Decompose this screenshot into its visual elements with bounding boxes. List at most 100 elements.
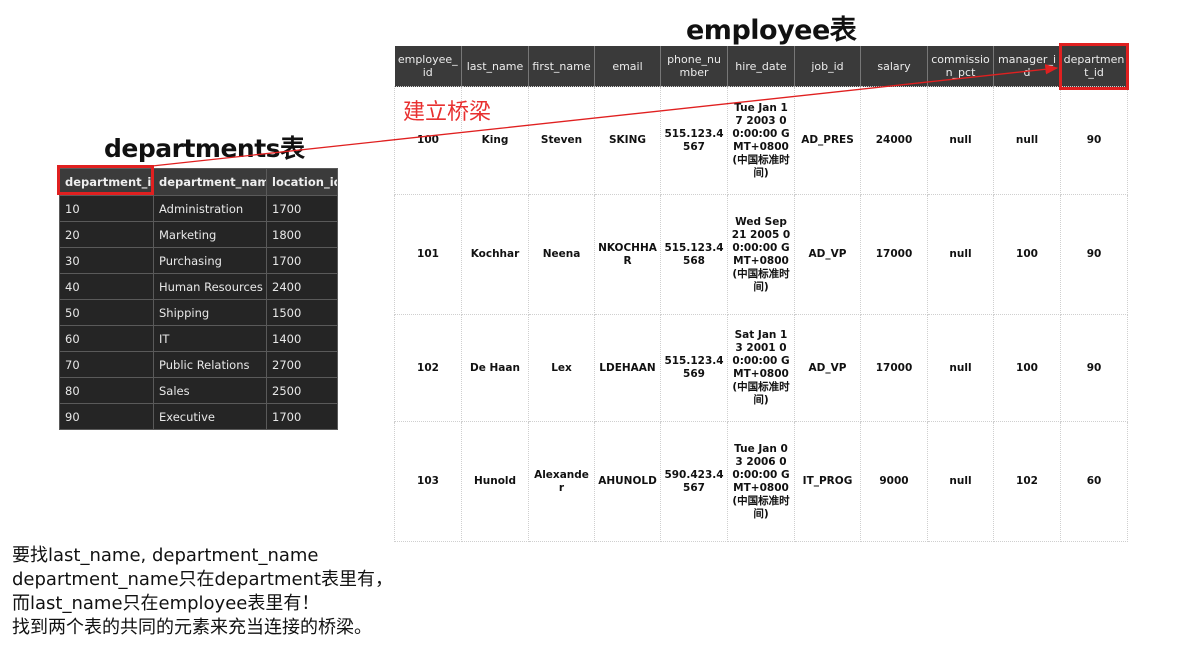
- employee-cell: 24000: [860, 86, 928, 195]
- table-row: 10 Administration 1700: [59, 195, 338, 222]
- employee-cell: 102: [394, 314, 462, 422]
- employee-table-title: employee表: [686, 15, 857, 46]
- employee-cell: AHUNOLD: [594, 421, 661, 542]
- employee-cell: Neena: [528, 194, 595, 315]
- departments-table-title: departments表: [104, 134, 305, 163]
- employee-cell: null: [993, 86, 1061, 195]
- table-row: 60 IT 1400: [59, 325, 338, 352]
- departments-cell: 20: [59, 221, 154, 248]
- departments-cell: Administration: [153, 195, 267, 222]
- employee-table: employee_id last_name first_name email phone…: [394, 46, 1128, 542]
- departments-cell: Public Relations: [153, 351, 267, 378]
- employee-cell: null: [927, 421, 994, 542]
- departments-cell: 50: [59, 299, 154, 326]
- employee-column-header: phone_number: [660, 46, 728, 87]
- employee-column-header: employee_id: [394, 46, 462, 87]
- employee-cell: 590.423.4567: [660, 421, 728, 542]
- employee-cell: 17000: [860, 194, 928, 315]
- table-row: 20 Marketing 1800: [59, 221, 338, 248]
- departments-cell: 1500: [266, 299, 338, 326]
- explanation-line: 而last_name只在employee表里有！: [12, 593, 320, 614]
- departments-cell: 2400: [266, 273, 338, 300]
- departments-table: department_id department_name location_id …: [59, 168, 338, 430]
- employee-cell: Lex: [528, 314, 595, 422]
- explanation-line: department_name只在department表里有，: [12, 569, 394, 590]
- employee-column-header: commission_pct: [927, 46, 994, 87]
- employee-column-header: first_name: [528, 46, 595, 87]
- employee-cell: Kochhar: [461, 194, 529, 315]
- departments-cell: 90: [59, 403, 154, 430]
- employee-cell: LDEHAAN: [594, 314, 661, 422]
- departments-cell: 70: [59, 351, 154, 378]
- departments-cell: Sales: [153, 377, 267, 404]
- employee-cell: 100: [993, 314, 1061, 422]
- table-row: 40 Human Resources 2400: [59, 273, 338, 300]
- departments-column-header: department_id: [59, 168, 154, 196]
- departments-cell: Purchasing: [153, 247, 267, 274]
- employee-column-header: department_id: [1060, 46, 1128, 87]
- departments-cell: 1800: [266, 221, 338, 248]
- employee-column-header: hire_date: [727, 46, 795, 87]
- table-row: 103 Hunold Alexander AHUNOLD 590.423.4567 Tue…: [394, 421, 1128, 542]
- employee-cell: AD_VP: [794, 314, 861, 422]
- explanation-line: 要找last_name, department_name: [12, 545, 319, 566]
- employee-cell: 90: [1060, 194, 1128, 315]
- employee-cell: SKING: [594, 86, 661, 195]
- departments-cell: 60: [59, 325, 154, 352]
- employee-cell: 515.123.4567: [660, 86, 728, 195]
- departments-column-header: location_id: [266, 168, 338, 196]
- employee-cell: IT_PROG: [794, 421, 861, 542]
- employee-cell: 90: [1060, 86, 1128, 195]
- departments-header-row: department_id department_name location_id: [59, 168, 338, 196]
- departments-cell: 10: [59, 195, 154, 222]
- departments-cell: Human Resources: [153, 273, 267, 300]
- employee-cell: Tue Jan 17 2003 00:00:00 GMT+0800 (中国标准时…: [727, 86, 795, 195]
- departments-cell: 1700: [266, 195, 338, 222]
- departments-cell: 2500: [266, 377, 338, 404]
- employee-cell: 515.123.4568: [660, 194, 728, 315]
- employee-cell: 515.123.4569: [660, 314, 728, 422]
- employee-cell: 90: [1060, 314, 1128, 422]
- table-row: 101 Kochhar Neena NKOCHHAR 515.123.4568 Wed S…: [394, 194, 1128, 315]
- employee-cell: Tue Jan 03 2006 00:00:00 GMT+0800 (中国标准时…: [727, 421, 795, 542]
- employee-cell: 103: [394, 421, 462, 542]
- employee-cell: Alexander: [528, 421, 595, 542]
- employee-cell: null: [927, 86, 994, 195]
- table-row: 30 Purchasing 1700: [59, 247, 338, 274]
- departments-cell: IT: [153, 325, 267, 352]
- employee-cell: 60: [1060, 421, 1128, 542]
- employee-column-header: job_id: [794, 46, 861, 87]
- employee-cell: 17000: [860, 314, 928, 422]
- employee-cell: 9000: [860, 421, 928, 542]
- table-row: 50 Shipping 1500: [59, 299, 338, 326]
- employee-cell: Wed Sep 21 2005 00:00:00 GMT+0800 (中国标准时…: [727, 194, 795, 315]
- employee-cell: Steven: [528, 86, 595, 195]
- employee-cell: null: [927, 314, 994, 422]
- employee-cell: AD_VP: [794, 194, 861, 315]
- employee-cell: null: [927, 194, 994, 315]
- employee-column-header: last_name: [461, 46, 529, 87]
- employee-cell: Sat Jan 13 2001 00:00:00 GMT+0800 (中国标准时…: [727, 314, 795, 422]
- explanation-line: 找到两个表的共同的元素来充当连接的桥梁。: [12, 617, 372, 638]
- bridge-label: 建立桥梁: [403, 100, 492, 125]
- employee-cell: Hunold: [461, 421, 529, 542]
- explanation-text: 要找last_name, department_name department_n…: [12, 544, 612, 640]
- employee-header-row: employee_id last_name first_name email phone…: [394, 46, 1128, 87]
- table-row: 80 Sales 2500: [59, 377, 338, 404]
- employee-cell: NKOCHHAR: [594, 194, 661, 315]
- departments-cell: 1700: [266, 247, 338, 274]
- departments-cell: 30: [59, 247, 154, 274]
- departments-cell: Executive: [153, 403, 267, 430]
- departments-cell: 2700: [266, 351, 338, 378]
- employee-cell: 102: [993, 421, 1061, 542]
- employee-column-header: manager_id: [993, 46, 1061, 87]
- departments-column-header: department_name: [153, 168, 267, 196]
- employee-cell: 101: [394, 194, 462, 315]
- table-row: 90 Executive 1700: [59, 403, 338, 430]
- employee-column-header: email: [594, 46, 661, 87]
- employee-column-header: salary: [860, 46, 928, 87]
- departments-cell: 40: [59, 273, 154, 300]
- employee-cell: De Haan: [461, 314, 529, 422]
- departments-cell: 1700: [266, 403, 338, 430]
- departments-cell: Marketing: [153, 221, 267, 248]
